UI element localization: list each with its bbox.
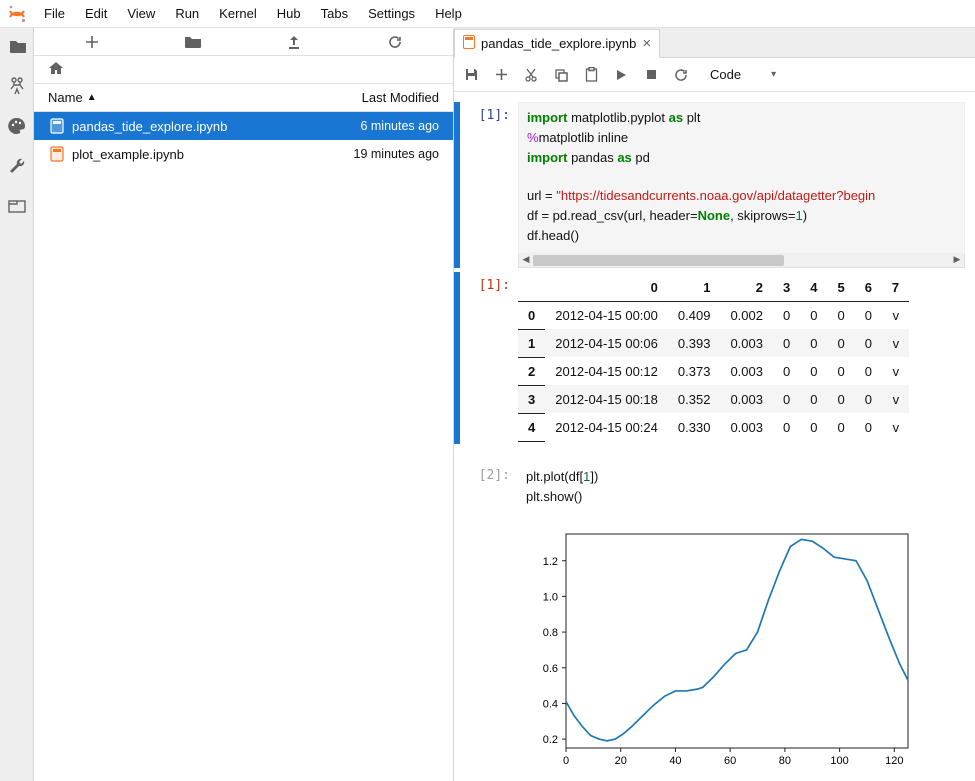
svg-text:0.2: 0.2	[543, 734, 558, 746]
menu-view[interactable]: View	[117, 0, 165, 28]
filebrowser-header[interactable]: Name ▲ Last Modified	[34, 84, 453, 112]
restart-button[interactable]	[672, 66, 690, 84]
cell-collapse-bar[interactable]	[454, 518, 460, 779]
file-modified: 6 minutes ago	[329, 119, 439, 133]
document-tab-title: pandas_tide_explore.ipynb	[481, 36, 636, 51]
menu-settings[interactable]: Settings	[358, 0, 425, 28]
tools-tab-icon[interactable]	[5, 154, 29, 178]
code-cell[interactable]: [1]: import matplotlib.pyplot as plt %ma…	[454, 100, 975, 270]
menu-help[interactable]: Help	[425, 0, 472, 28]
input-prompt: [2]:	[464, 462, 518, 514]
svg-text:0: 0	[563, 755, 569, 767]
svg-text:0.4: 0.4	[543, 698, 558, 710]
cell-type-dropdown[interactable]: Code ▾	[702, 65, 784, 84]
svg-text:100: 100	[830, 755, 848, 767]
menu-edit[interactable]: Edit	[75, 0, 117, 28]
file-row[interactable]: pandas_tide_explore.ipynb 6 minutes ago	[34, 112, 453, 140]
home-icon	[48, 61, 64, 78]
cell-collapse-bar[interactable]	[454, 272, 460, 444]
stop-button[interactable]	[642, 66, 660, 84]
cell-output: [1]: 01234567 02012-04-15 00:000.4090.00…	[454, 270, 975, 446]
menu-kernel[interactable]: Kernel	[209, 0, 267, 28]
close-icon[interactable]: ×	[642, 36, 651, 51]
menu-hub[interactable]: Hub	[267, 0, 311, 28]
header-name: Name	[48, 90, 83, 105]
cell-type-label: Code	[710, 67, 741, 82]
output-prompt	[464, 518, 518, 779]
output-prompt: [1]:	[464, 272, 518, 444]
file-browser: Name ▲ Last Modified pandas_tide_explore…	[34, 28, 454, 781]
scroll-right-icon[interactable]: ▶	[950, 254, 964, 266]
scroll-left-icon[interactable]: ◀	[519, 254, 533, 266]
refresh-button[interactable]	[383, 30, 407, 54]
svg-text:0.6: 0.6	[543, 662, 558, 674]
run-button[interactable]	[612, 66, 630, 84]
file-row[interactable]: plot_example.ipynb 19 minutes ago	[34, 140, 453, 168]
notebook-cells[interactable]: [1]: import matplotlib.pyplot as plt %ma…	[454, 92, 975, 781]
filebrowser-toolbar	[34, 28, 453, 56]
cut-button[interactable]	[522, 66, 540, 84]
file-name: pandas_tide_explore.ipynb	[72, 119, 329, 134]
notebook-toolbar: Code ▾	[454, 58, 975, 92]
paste-button[interactable]	[582, 66, 600, 84]
svg-text:80: 80	[779, 755, 791, 767]
menu-run[interactable]: Run	[165, 0, 209, 28]
cell-collapse-bar[interactable]	[454, 102, 460, 268]
menu-file[interactable]: File	[34, 0, 75, 28]
activity-bar	[0, 28, 34, 781]
filebrowser-tab-icon[interactable]	[5, 34, 29, 58]
code-editor[interactable]: import matplotlib.pyplot as plt %matplot…	[518, 102, 965, 254]
palette-tab-icon[interactable]	[5, 114, 29, 138]
copy-button[interactable]	[552, 66, 570, 84]
horizontal-scrollbar[interactable]: ◀ ▶	[518, 254, 965, 268]
file-name: plot_example.ipynb	[72, 147, 329, 162]
cell-collapse-bar[interactable]	[454, 462, 460, 514]
chevron-down-icon: ▾	[771, 69, 776, 80]
dataframe-output: 01234567 02012-04-15 00:000.4090.0020000…	[518, 274, 909, 442]
menu-tabs[interactable]: Tabs	[311, 0, 358, 28]
jupyter-logo	[0, 0, 34, 28]
notebook-icon	[48, 145, 66, 163]
svg-text:1.2: 1.2	[543, 555, 558, 567]
insert-cell-button[interactable]	[492, 66, 510, 84]
svg-text:40: 40	[669, 755, 681, 767]
header-modified: Last Modified	[329, 90, 439, 105]
tabs-tab-icon[interactable]	[5, 194, 29, 218]
code-cell[interactable]: [2]: plt.plot(df[1]) plt.show()	[454, 460, 975, 516]
document-tab-bar: pandas_tide_explore.ipynb ×	[454, 28, 975, 58]
code-editor[interactable]: plt.plot(df[1]) plt.show()	[518, 462, 965, 514]
new-folder-button[interactable]	[181, 30, 205, 54]
svg-text:60: 60	[724, 755, 736, 767]
document-tab[interactable]: pandas_tide_explore.ipynb ×	[454, 29, 660, 58]
svg-text:0.8: 0.8	[543, 627, 558, 639]
notebook-icon	[48, 117, 66, 135]
notebook-icon	[463, 35, 475, 52]
svg-text:1.0: 1.0	[543, 591, 558, 603]
menubar: File Edit View Run Kernel Hub Tabs Setti…	[0, 0, 975, 28]
scrollbar-thumb[interactable]	[533, 255, 784, 266]
upload-button[interactable]	[282, 30, 306, 54]
breadcrumb[interactable]	[34, 56, 453, 84]
save-button[interactable]	[462, 66, 480, 84]
sort-asc-icon: ▲	[87, 92, 97, 103]
file-modified: 19 minutes ago	[329, 147, 439, 161]
cell-output: 0.2 0.4 0.6 0.8 1.0 1.2 0 20 40 60 80 100 120	[454, 516, 975, 781]
matplotlib-plot: 0.2 0.4 0.6 0.8 1.0 1.2 0 20 40 60 80 100 120	[518, 524, 918, 776]
input-prompt: [1]:	[464, 102, 518, 268]
svg-text:20: 20	[615, 755, 627, 767]
new-launcher-button[interactable]	[80, 30, 104, 54]
svg-text:120: 120	[885, 755, 903, 767]
main-panel: pandas_tide_explore.ipynb × Code ▾ [1]:	[454, 28, 975, 781]
running-tab-icon[interactable]	[5, 74, 29, 98]
